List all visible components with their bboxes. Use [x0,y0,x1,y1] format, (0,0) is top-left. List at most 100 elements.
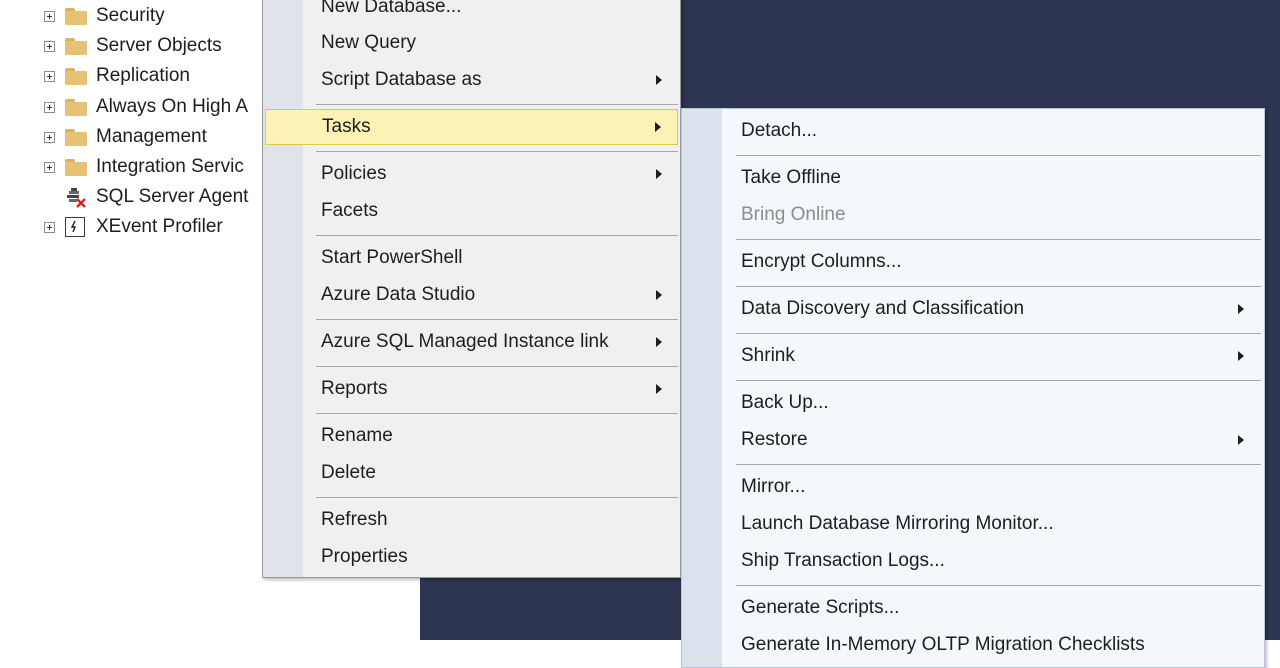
tree-item-management[interactable]: Management [44,122,207,152]
menu-separator [316,497,678,498]
menu-separator [736,286,1261,287]
submenu-arrow-icon [656,75,662,85]
menu-item-label: Script Database as [321,69,482,90]
tasks-submenu: Detach... Take Offline Bring Online Encr… [681,108,1265,668]
submenu-arrow-icon [655,122,661,132]
menu-item-label: New Query [321,32,417,53]
xevent-profiler-icon [65,217,85,237]
tree-item-label: Replication [96,65,190,86]
tree-item-always-on[interactable]: Always On High A [44,92,248,122]
menu-item-azure-data-studio[interactable]: Azure Data Studio [263,277,680,313]
submenu-arrow-icon [656,169,662,179]
tree-item-sql-server-agent[interactable]: SQL Server Agent [44,182,248,212]
submenu-item-data-discovery[interactable]: Data Discovery and Classification [682,291,1264,327]
menu-item-new-query[interactable]: New Query [263,25,680,61]
menu-item-label: Generate Scripts... [741,597,900,618]
menu-item-label: Data Discovery and Classification [741,298,1025,319]
menu-item-refresh[interactable]: Refresh [263,502,680,538]
menu-item-facets[interactable]: Facets [263,193,680,229]
menu-item-label: Delete [321,462,376,483]
menu-item-label: Shrink [741,345,795,366]
tree-item-xevent-profiler[interactable]: XEvent Profiler [44,212,223,242]
tree-item-label: Management [96,126,207,147]
menu-item-label: Policies [321,163,387,184]
submenu-item-encrypt-columns[interactable]: Encrypt Columns... [682,244,1264,280]
menu-item-tasks[interactable]: Tasks [265,109,678,145]
menu-item-label: Bring Online [741,204,846,225]
submenu-item-take-offline[interactable]: Take Offline [682,160,1264,196]
menu-item-label: Restore [741,429,808,450]
submenu-item-mirror[interactable]: Mirror... [682,469,1264,505]
database-context-menu: New Database... New Query Script Databas… [262,0,681,578]
menu-item-label: Ship Transaction Logs... [741,550,945,571]
menu-item-label: Facets [321,200,379,221]
menu-item-label: Properties [321,546,408,567]
menu-item-label: Mirror... [741,476,806,497]
menu-item-rename[interactable]: Rename [263,418,680,454]
tree-item-label: XEvent Profiler [96,216,223,237]
submenu-item-shrink[interactable]: Shrink [682,338,1264,374]
submenu-arrow-icon [1238,351,1244,361]
expand-icon[interactable] [44,101,55,113]
folder-icon [65,98,87,116]
expand-icon[interactable] [44,221,55,233]
menu-item-start-powershell[interactable]: Start PowerShell [263,240,680,276]
menu-separator [736,380,1261,381]
menu-separator [736,155,1261,156]
submenu-item-generate-scripts[interactable]: Generate Scripts... [682,590,1264,626]
submenu-item-oltp-migration-checklists[interactable]: Generate In-Memory OLTP Migration Checkl… [682,627,1264,663]
folder-icon [65,67,87,85]
menu-item-azure-sql-mi-link[interactable]: Azure SQL Managed Instance link [263,324,680,360]
tree-item-label: Security [96,5,165,26]
tree-item-label: Integration Servic [96,156,244,177]
menu-item-delete[interactable]: Delete [263,455,680,491]
menu-separator [316,235,678,236]
folder-icon [65,158,87,176]
submenu-item-restore[interactable]: Restore [682,422,1264,458]
expand-icon[interactable] [44,131,55,143]
menu-separator [736,239,1261,240]
expand-icon[interactable] [44,161,55,173]
menu-item-new-database[interactable]: New Database... [263,0,680,25]
no-expand-spacer [44,192,55,203]
menu-item-label: Encrypt Columns... [741,251,902,272]
menu-item-label: Generate In-Memory OLTP Migration Checkl… [741,634,1145,655]
menu-item-label: Start PowerShell [321,247,463,268]
tree-item-replication[interactable]: Replication [44,61,190,91]
menu-separator [736,585,1261,586]
tree-item-label: Always On High A [96,96,249,117]
tree-item-label: Server Objects [96,35,222,56]
folder-icon [65,37,87,55]
tree-item-label: SQL Server Agent [96,186,249,207]
tree-item-server-objects[interactable]: Server Objects [44,31,222,61]
menu-item-label: Detach... [741,120,818,141]
tree-item-integration-services[interactable]: Integration Servic [44,152,244,182]
expand-icon[interactable] [44,40,55,52]
menu-item-label: Azure SQL Managed Instance link [321,331,609,352]
submenu-item-mirroring-monitor[interactable]: Launch Database Mirroring Monitor... [682,506,1264,542]
menu-item-properties[interactable]: Properties [263,539,680,575]
menu-item-label: Launch Database Mirroring Monitor... [741,513,1054,534]
menu-item-script-database-as[interactable]: Script Database as [263,62,680,98]
expand-icon[interactable] [44,10,55,22]
submenu-arrow-icon [656,384,662,394]
submenu-item-back-up[interactable]: Back Up... [682,385,1264,421]
menu-item-policies[interactable]: Policies [263,156,680,192]
submenu-arrow-icon [656,337,662,347]
menu-item-label: Rename [321,425,393,446]
submenu-arrow-icon [1238,304,1244,314]
menu-separator [316,413,678,414]
sql-agent-stopped-icon [65,186,87,208]
submenu-arrow-icon [1238,435,1244,445]
menu-separator [736,464,1261,465]
menu-separator [316,104,678,105]
menu-separator [316,151,678,152]
submenu-item-detach[interactable]: Detach... [682,113,1264,149]
expand-icon[interactable] [44,70,55,82]
menu-separator [316,366,678,367]
submenu-item-ship-transaction-logs[interactable]: Ship Transaction Logs... [682,543,1264,579]
tree-item-security[interactable]: Security [44,1,165,31]
submenu-item-bring-online: Bring Online [682,197,1264,233]
submenu-arrow-icon [656,290,662,300]
menu-item-reports[interactable]: Reports [263,371,680,407]
